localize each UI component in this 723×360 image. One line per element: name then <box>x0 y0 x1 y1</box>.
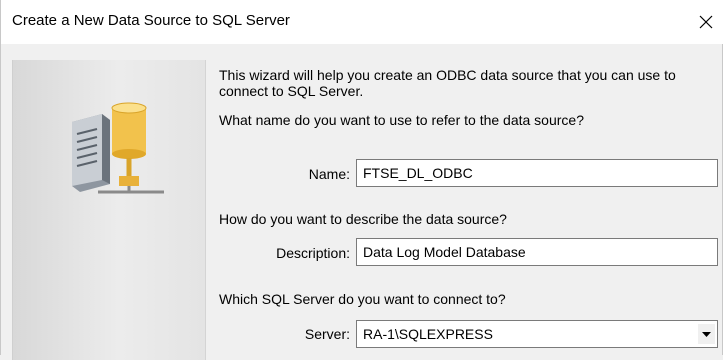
server-label: Server: <box>304 326 350 342</box>
intro-text-line1: This wizard will help you create an ODBC… <box>219 67 676 83</box>
window-title: Create a New Data Source to SQL Server <box>12 12 290 29</box>
title-bar[interactable]: Create a New Data Source to SQL Server <box>1 0 723 44</box>
database-server-icon <box>72 102 164 194</box>
server-select-value: RA-1\SQLEXPRESS <box>363 326 493 342</box>
description-question: How do you want to describe the data sou… <box>219 211 507 227</box>
close-icon <box>699 15 713 29</box>
server-dropdown-button[interactable] <box>698 324 715 344</box>
server-select[interactable]: RA-1\SQLEXPRESS <box>356 320 718 348</box>
description-label: Description: <box>276 245 350 261</box>
wizard-window: Create a New Data Source to SQL Server T… <box>0 0 723 360</box>
chevron-down-icon <box>702 331 711 337</box>
wizard-side-panel <box>12 60 206 360</box>
server-question: Which SQL Server do you want to connect … <box>219 291 506 307</box>
close-button[interactable] <box>688 0 723 44</box>
description-input[interactable] <box>356 238 718 266</box>
name-question: What name do you want to use to refer to… <box>219 112 584 128</box>
intro-text-line2: connect to SQL Server. <box>219 83 364 99</box>
name-input[interactable] <box>356 159 718 187</box>
name-label: Name: <box>308 166 350 182</box>
